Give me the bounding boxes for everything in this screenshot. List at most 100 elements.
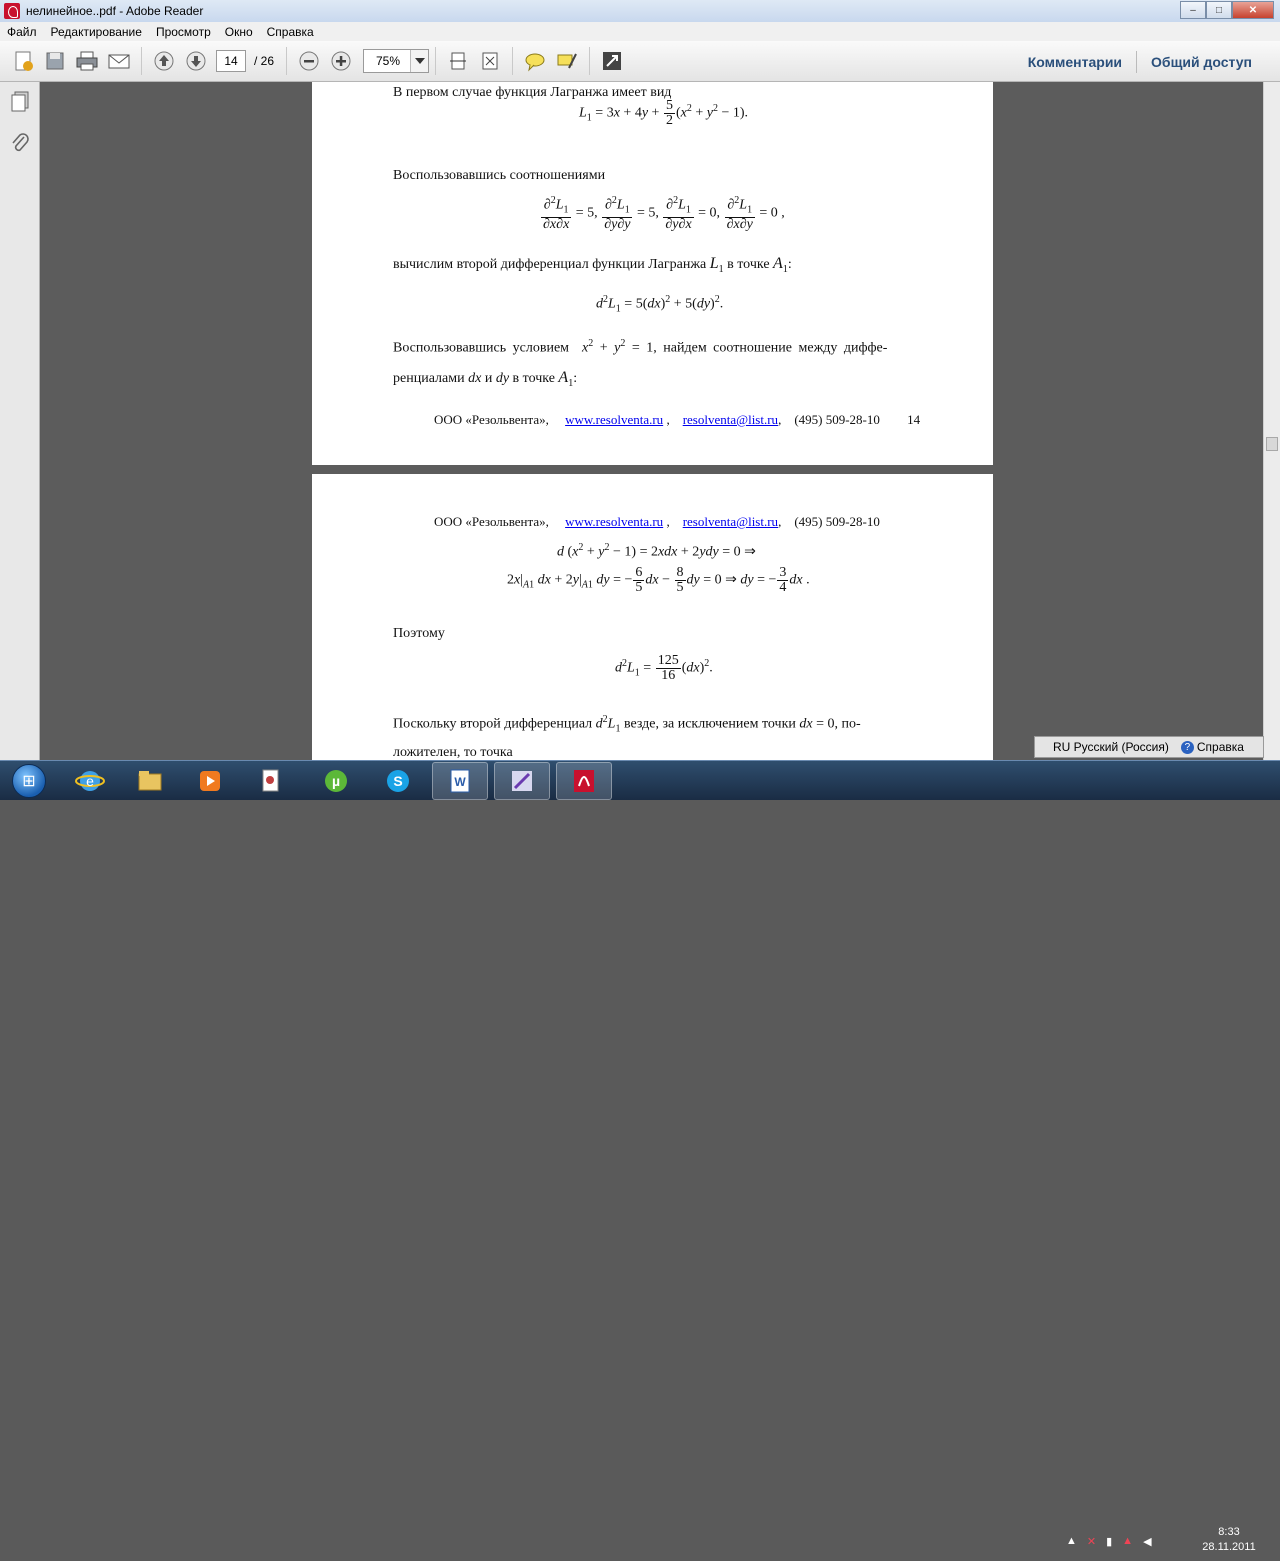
tray-expand-icon[interactable]: ▲ (1066, 1535, 1077, 1547)
text-span: Воспользовавшись условием (393, 340, 570, 356)
formula: L1 = 3x + 4y + 5 2 (x2 + y2 − 1). (579, 98, 749, 128)
system-tray: ▲ ✕ ▮ ▲ ◀ (1066, 1521, 1162, 1561)
expand-icon[interactable] (597, 46, 627, 76)
page-header: ООО «Резольвента», www.resolventa.ru , r… (434, 514, 880, 529)
menu-window[interactable]: Окно (218, 25, 260, 39)
language-bar[interactable]: RU Русский (Россия) ? Справка (1034, 736, 1264, 758)
volume-icon[interactable]: ◀ (1143, 1535, 1151, 1548)
paragraph: Поэтому (393, 626, 445, 641)
language-label[interactable]: RU Русский (Россия) (1053, 740, 1169, 754)
formula: d2L1 = 125 16 (dx)2. (615, 653, 713, 683)
zoom-in-icon[interactable] (326, 46, 356, 76)
adobe-reader-taskbar-icon[interactable] (556, 762, 612, 800)
footer-email-link[interactable]: resolventa@list.ru (683, 514, 778, 529)
formula: d (x2 + y2 − 1) = 2xdx + 2ydy = 0 ⇒ (557, 542, 756, 560)
scrollbar-thumb[interactable] (1266, 437, 1278, 451)
clock-date: 28.11.2011 (1202, 1541, 1256, 1553)
separator (141, 47, 142, 75)
separator (286, 47, 288, 75)
help-label: Справка (1196, 740, 1244, 754)
skype-icon[interactable]: S (370, 762, 426, 800)
create-pdf-icon[interactable] (8, 46, 38, 76)
close-button[interactable]: ✕ (1232, 1, 1274, 19)
zoom-out-icon[interactable] (294, 46, 324, 76)
signal-icon[interactable]: ▲ (1122, 1535, 1133, 1547)
paragraph: Воспользовавшись соотношениями (393, 168, 606, 183)
page-number-input[interactable]: 14 (216, 50, 246, 72)
formula: 2x|A1 dx + 2y|A1 dy = −6 5 dx − 8 5 dy = 0 ⇒… (507, 565, 810, 595)
svg-text:µ: µ (332, 773, 340, 789)
footer-site-link[interactable]: www.resolventa.ru (565, 514, 663, 529)
menu-file[interactable]: Файл (0, 25, 44, 39)
footer-site-link[interactable]: www.resolventa.ru (565, 412, 663, 427)
help-icon: ? (1180, 740, 1194, 754)
network-disconnected-icon[interactable]: ✕ (1087, 1535, 1096, 1548)
print-icon[interactable] (72, 46, 102, 76)
start-button[interactable]: ⊞ (2, 762, 56, 800)
menu-help[interactable]: Справка (260, 25, 321, 39)
paragraph: Поскольку второй дифференциал d2L1 везде… (393, 714, 861, 735)
adobe-reader-icon (4, 3, 20, 19)
battery-icon[interactable]: ▮ (1106, 1535, 1112, 1548)
formula: ∂2L1 ∂x∂x = 5, ∂2L1 ∂y∂y = 5, ∂2L1 ∂y∂x = 0… (541, 195, 785, 233)
text-span: , найдем соотношение между диффе- (653, 340, 888, 356)
maximize-button[interactable]: □ (1206, 1, 1232, 19)
separator (435, 47, 437, 75)
fit-page-icon[interactable] (475, 46, 505, 76)
attachments-icon[interactable] (9, 132, 31, 159)
menu-view[interactable]: Просмотр (149, 25, 218, 39)
pages-panel-icon[interactable] (9, 90, 31, 117)
menu-edit[interactable]: Редактирование (44, 25, 149, 39)
svg-text:W: W (454, 775, 466, 789)
footer-phone: (495) 509-28-10 (794, 514, 880, 529)
separator (512, 47, 514, 75)
window-title: нелинейное..pdf - Adobe Reader (26, 4, 204, 18)
text-span: и (484, 371, 493, 386)
paragraph: Воспользовавшись условием x2 + y2 = 1, н… (393, 338, 888, 356)
document-viewer[interactable]: В первом случае функция Лагранжа имеет в… (41, 82, 1263, 760)
word-icon[interactable]: W (432, 762, 488, 800)
zoom-select[interactable]: 75% (363, 49, 430, 73)
paragraph: ложителен, то точка (393, 745, 513, 760)
pdf-page: В первом случае функция Лагранжа имеет в… (312, 82, 993, 465)
share-link[interactable]: Общий доступ (1137, 54, 1266, 70)
previous-page-icon[interactable] (149, 46, 179, 76)
highlight-icon[interactable] (552, 46, 582, 76)
text-span: , по- (834, 716, 861, 732)
help-button[interactable]: ? Справка (1180, 740, 1244, 754)
footer-phone: (495) 509-28-10 (794, 412, 880, 427)
page-footer: ООО «Резольвента», www.resolventa.ru , r… (434, 412, 921, 427)
footer-company: ООО «Резольвента», (434, 514, 549, 529)
clock[interactable]: 8:33 28.11.2011 (1196, 1525, 1262, 1555)
svg-text:S: S (393, 773, 402, 789)
utorrent-icon[interactable]: µ (308, 762, 364, 800)
text-span: в точке (727, 257, 770, 272)
email-icon[interactable] (104, 46, 134, 76)
footer-email-link[interactable]: resolventa@list.ru (683, 412, 778, 427)
zoom-value: 75% (376, 54, 401, 68)
comment-icon[interactable] (520, 46, 550, 76)
save-icon[interactable] (40, 46, 70, 76)
windows-logo-icon: ⊞ (12, 764, 46, 798)
explorer-folder-icon[interactable] (122, 762, 178, 800)
text-span: вычислим второй дифференциал функции Лаг… (393, 257, 707, 272)
menu-bar: Файл Редактирование Просмотр Окно Справк… (0, 22, 1280, 41)
next-page-icon[interactable] (181, 46, 211, 76)
page-total: / 26 (254, 54, 275, 68)
solitaire-icon[interactable] (242, 762, 298, 800)
text-span: в точке (512, 371, 555, 386)
comments-link[interactable]: Комментарии (1014, 54, 1136, 70)
separator (589, 47, 591, 75)
chevron-down-icon[interactable] (410, 50, 429, 72)
page-number: 14 (907, 412, 921, 427)
toolbar: 14 / 26 75% Комментарии Общий доступ (0, 41, 1280, 82)
paragraph: ренциалами dx и dy в точке A1: (393, 369, 578, 389)
media-player-icon[interactable] (182, 762, 238, 800)
fit-width-icon[interactable] (443, 46, 473, 76)
clock-time: 8:33 (1218, 1526, 1240, 1538)
svg-text:e: e (86, 773, 94, 789)
pen-tool-icon[interactable] (494, 762, 550, 800)
internet-explorer-icon[interactable]: e (62, 762, 118, 800)
minimize-button[interactable]: ‒ (1180, 1, 1206, 19)
vertical-scrollbar[interactable] (1263, 82, 1280, 760)
